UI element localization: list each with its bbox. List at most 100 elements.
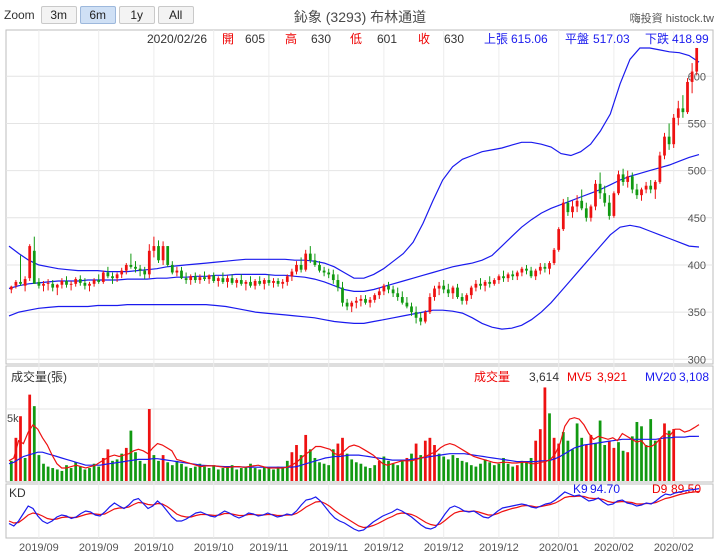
- date-tick-label: 2019/11: [309, 542, 348, 552]
- candle-body: [313, 260, 317, 265]
- volume-bar: [55, 469, 59, 481]
- candle-body: [157, 246, 160, 261]
- volume-bar: [120, 453, 124, 481]
- volume-bar: [584, 445, 588, 481]
- candle-body: [336, 280, 340, 288]
- volume-bar: [649, 419, 653, 481]
- candle-body: [78, 279, 82, 283]
- volume-bar: [377, 460, 381, 481]
- volume-bar: [488, 462, 492, 481]
- candle-body: [644, 185, 648, 190]
- volume-bar: [635, 421, 639, 481]
- candle-body: [419, 317, 423, 322]
- volume-bar: [322, 463, 326, 481]
- price-info-bar: 2020/02/26 開 605 高 630 低 601 收 630 上張 61…: [147, 31, 709, 46]
- volume-bar: [97, 466, 101, 481]
- candle-body: [28, 246, 32, 279]
- candle-body: [543, 266, 547, 269]
- volume-bar: [170, 465, 174, 481]
- candle-body: [506, 274, 510, 279]
- date-tick-label: 2019/09: [19, 542, 59, 552]
- candle-body: [180, 270, 183, 279]
- candle-body: [525, 268, 528, 271]
- candle-body: [640, 189, 643, 196]
- volume-bar: [221, 468, 225, 481]
- candle-body: [483, 281, 487, 286]
- candle-body: [695, 47, 699, 72]
- mv5-value: 3,921: [597, 370, 627, 384]
- volume-bar: [239, 468, 243, 481]
- volume-bar: [212, 465, 216, 481]
- volume-bar: [594, 443, 597, 481]
- volume-bar: [538, 429, 542, 481]
- info-close-label: 收: [418, 32, 430, 46]
- candle-body: [658, 155, 662, 182]
- stock-chart: 300350400450500550600 2019/09 2019/09 2019…: [5, 29, 714, 552]
- candle-body: [428, 297, 432, 313]
- price-panel-frame: [5, 29, 714, 365]
- volume-bar: [175, 460, 179, 481]
- candle-body: [331, 274, 335, 281]
- volume-bar: [262, 466, 266, 481]
- candle-body: [511, 274, 515, 277]
- candle-body: [170, 264, 174, 273]
- candle-body: [686, 81, 689, 113]
- bollinger-mid-line: [8, 154, 700, 292]
- candle-body: [341, 287, 344, 303]
- candle-body: [83, 282, 87, 286]
- candle-body: [37, 281, 41, 286]
- candle-body: [239, 280, 243, 284]
- candle-body: [327, 272, 331, 275]
- volume-bar: [437, 453, 441, 481]
- candle-body: [295, 264, 298, 272]
- price-tick-label: 550: [688, 118, 706, 130]
- volume-bar: [391, 463, 395, 481]
- volume-bar: [276, 466, 280, 481]
- candle-body: [534, 270, 538, 277]
- candle-body: [373, 295, 377, 300]
- volume-bar: [469, 465, 473, 481]
- candle-body: [166, 246, 170, 265]
- candle-body: [469, 287, 473, 296]
- candle-body: [161, 246, 165, 261]
- info-high-label: 高: [285, 31, 297, 46]
- candle-body: [69, 283, 73, 285]
- volume-bar: [226, 466, 229, 481]
- candle-body: [138, 268, 142, 271]
- volume-bar: [184, 466, 188, 481]
- candle-body: [304, 253, 308, 270]
- volume-bar: [193, 466, 197, 481]
- date-tick-label: 2019/12: [479, 542, 519, 552]
- candle-body: [589, 206, 593, 218]
- candle-body: [538, 266, 542, 271]
- candle-body: [318, 264, 321, 271]
- date-tick-label: 2019/10: [194, 542, 234, 552]
- price-tick-label: 300: [688, 354, 706, 366]
- info-lower: 418.99: [672, 32, 709, 46]
- candle-body: [653, 181, 657, 190]
- candle-body: [437, 285, 441, 289]
- candle-body: [548, 263, 551, 269]
- candle-body: [244, 281, 248, 284]
- volume-panel-title: 成交量(張): [11, 369, 67, 384]
- volume-bar: [304, 434, 308, 481]
- candle-body: [207, 275, 211, 280]
- candle-body: [212, 275, 216, 281]
- candle-body: [382, 285, 386, 292]
- volume-bar: [428, 437, 432, 481]
- candle-body: [253, 280, 257, 286]
- candle-body: [42, 283, 45, 286]
- candle-body: [97, 280, 101, 282]
- candle-body: [433, 288, 436, 298]
- info-low: 601: [377, 32, 397, 46]
- date-tick-label: 2019/12: [424, 542, 464, 552]
- volume-bar: [603, 445, 607, 481]
- volume-bar: [520, 460, 524, 481]
- volume-bar: [543, 387, 547, 481]
- candle-body: [322, 270, 326, 273]
- candle-body: [451, 287, 455, 294]
- date-tick-label: 2019/09: [79, 542, 119, 552]
- candle-body: [364, 298, 367, 303]
- volume-bar: [525, 462, 528, 481]
- candle-body: [285, 276, 289, 282]
